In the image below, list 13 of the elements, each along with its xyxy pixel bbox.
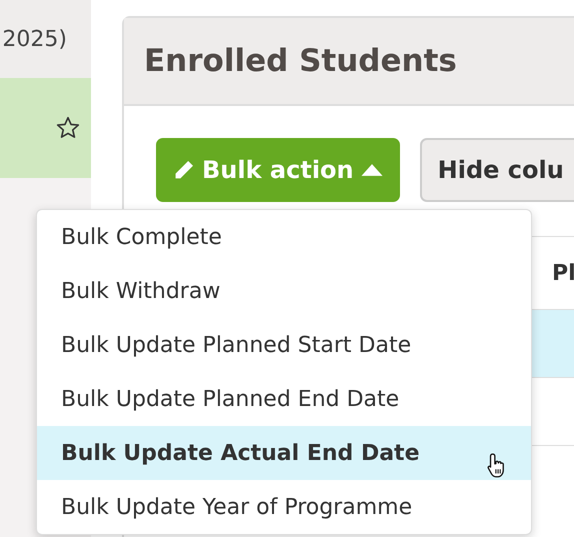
menu-item[interactable]: Bulk Update Actual End Date	[37, 426, 531, 480]
table-row[interactable]	[532, 309, 574, 377]
star-icon[interactable]	[55, 115, 81, 141]
menu-item[interactable]: Bulk Withdraw	[37, 264, 531, 318]
term-text: 2025)	[2, 26, 67, 52]
panel-title: Enrolled Students	[144, 43, 457, 79]
menu-item[interactable]: Bulk Update Planned Start Date	[37, 318, 531, 372]
column-header[interactable]: Pl	[552, 260, 574, 286]
hide-columns-button[interactable]: Hide colu	[420, 138, 574, 202]
menu-item[interactable]: Bulk Update Year of Programme	[37, 480, 531, 534]
caret-icon	[360, 163, 384, 177]
menu-item[interactable]: Bulk Update Planned End Date	[37, 372, 531, 426]
menu-item[interactable]: Bulk Complete	[37, 210, 531, 264]
